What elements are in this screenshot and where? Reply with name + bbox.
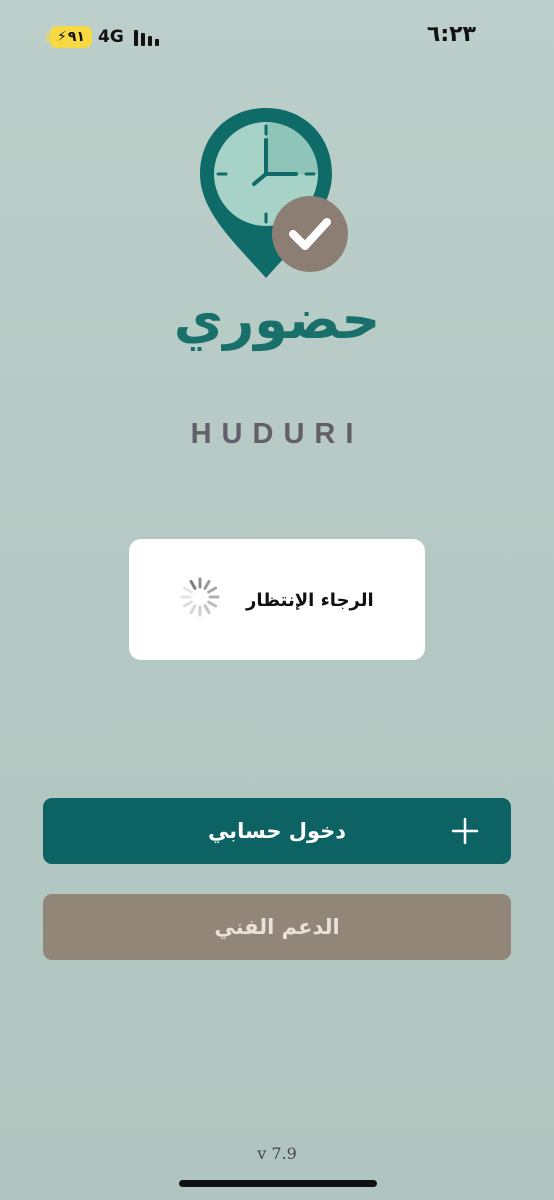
brand-name-arabic: حضوري — [173, 288, 381, 351]
loading-text: الرجاء الإنتظار — [246, 590, 374, 611]
support-button[interactable]: الدعم الفني — [43, 894, 511, 960]
status-bar: ⚡ ٩١ 4G ٦:٢٣ — [0, 0, 554, 76]
login-button[interactable]: دخول حسابي — [43, 798, 511, 864]
bolt-icon: ⚡ — [57, 29, 67, 45]
clock-location-pin-check-icon — [200, 108, 348, 278]
battery-charging-icon: ⚡ ٩١ — [46, 26, 94, 48]
battery-level: ٩١ — [67, 29, 85, 45]
plus-icon — [451, 817, 479, 845]
app-version: v 7.9 — [257, 1144, 297, 1163]
brand-name-english: HUDURI — [190, 418, 364, 450]
home-indicator[interactable] — [179, 1180, 377, 1187]
battery-body: ⚡ ٩١ — [50, 26, 92, 48]
loading-spinner-icon — [180, 577, 220, 617]
battery-tip — [46, 32, 50, 42]
network-type: 4G — [98, 27, 124, 47]
cellular-signal-icon — [134, 30, 159, 46]
status-time: ٦:٢٣ — [426, 22, 476, 47]
login-button-label: دخول حسابي — [207, 819, 347, 843]
support-button-label: الدعم الفني — [214, 915, 340, 939]
